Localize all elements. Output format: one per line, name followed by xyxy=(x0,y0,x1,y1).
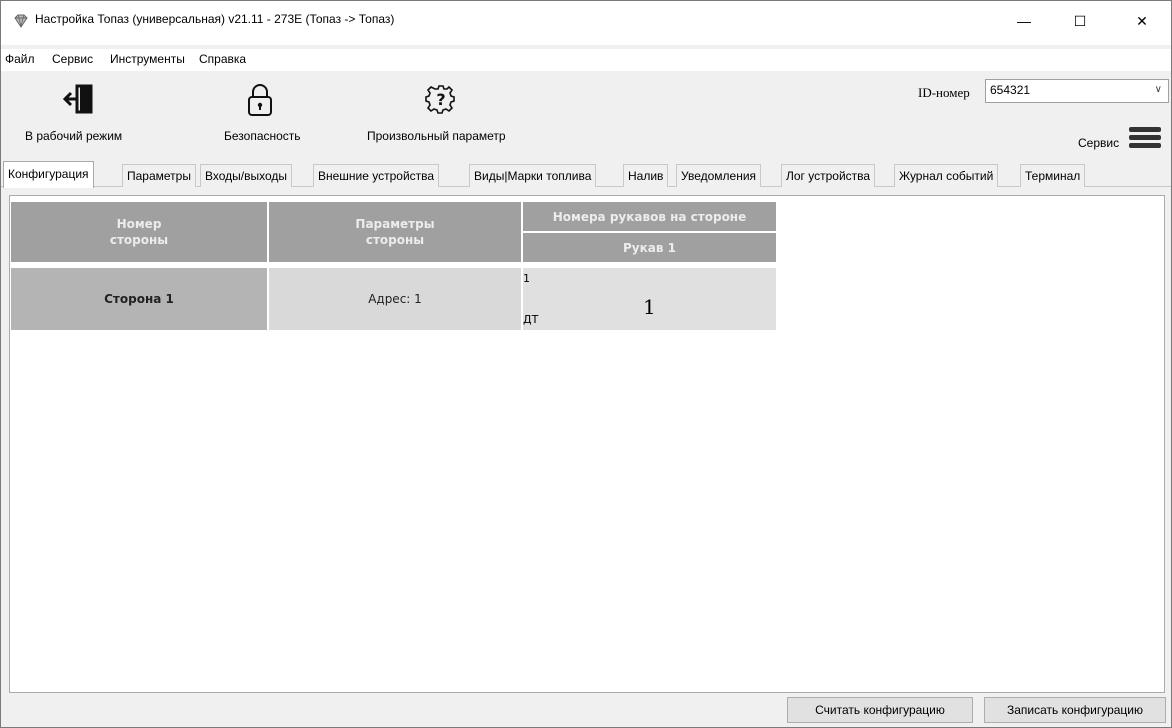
hose-display-number: 1 xyxy=(643,295,656,319)
tab-bar: Конфигурация Параметры Входы/выходы Внеш… xyxy=(1,159,1171,188)
menu-help[interactable]: Справка xyxy=(199,52,246,66)
custom-param-button[interactable]: ? Произвольный параметр xyxy=(353,71,533,155)
custom-param-label: Произвольный параметр xyxy=(367,129,506,143)
menu-file[interactable]: Файл xyxy=(5,52,35,66)
side-params-cell[interactable]: Адрес: 1 xyxy=(269,268,521,330)
column-header-hose-1: Рукав 1 xyxy=(523,233,776,262)
id-number-label: ID-номер xyxy=(918,85,970,100)
close-button[interactable]: ✕ xyxy=(1119,1,1165,41)
maximize-button[interactable]: ☐ xyxy=(1057,1,1103,41)
work-mode-label: В рабочий режим xyxy=(25,129,123,143)
id-number-select[interactable]: 654321 ∨ xyxy=(985,79,1169,103)
hose-cell[interactable]: 1 1 ДТ xyxy=(523,268,776,330)
hamburger-menu-icon[interactable] xyxy=(1129,127,1161,149)
column-header-hoses-group: Номера рукавов на стороне xyxy=(523,202,776,231)
app-window: Настройка Топаз (универсальная) v21.11 -… xyxy=(0,0,1172,728)
security-button[interactable]: Безопасность xyxy=(211,71,321,155)
title-bar: Настройка Топаз (универсальная) v21.11 -… xyxy=(1,1,1171,45)
tab-parameters[interactable]: Параметры xyxy=(122,164,196,187)
minimize-button[interactable]: — xyxy=(1001,1,1047,41)
diamond-icon xyxy=(14,14,28,28)
menu-bar: Файл Сервис Инструменты Справка xyxy=(1,49,1171,71)
tab-device-log[interactable]: Лог устройства xyxy=(781,164,876,187)
toolbar: В рабочий режим Безопасность ? Произволь… xyxy=(1,71,1171,155)
hose-number: 1 xyxy=(523,272,530,285)
column-header-side-params: Параметры стороны xyxy=(269,202,521,262)
window-title: Настройка Топаз (универсальная) v21.11 -… xyxy=(35,12,395,26)
read-config-button[interactable]: Считать конфигурацию xyxy=(787,697,973,723)
security-label: Безопасность xyxy=(224,129,301,143)
tab-dispensing[interactable]: Налив xyxy=(623,164,669,187)
tab-terminal[interactable]: Терминал xyxy=(1020,164,1086,187)
side-name-cell[interactable]: Сторона 1 xyxy=(11,268,267,330)
chevron-down-icon: ∨ xyxy=(1154,84,1162,95)
id-number-value: 654321 xyxy=(990,83,1031,97)
service-label: Сервис xyxy=(1078,136,1120,150)
exit-door-icon xyxy=(63,84,93,114)
hose-fuel-type: ДТ xyxy=(523,313,539,326)
svg-text:?: ? xyxy=(436,90,445,109)
column-header-side-number: Номер стороны xyxy=(11,202,267,262)
lock-icon xyxy=(248,84,272,116)
configuration-panel: Номер стороны Параметры стороны Номера р… xyxy=(9,195,1165,693)
tab-fuel-types[interactable]: Виды|Марки топлива xyxy=(469,164,597,187)
tab-inputs-outputs[interactable]: Входы/выходы xyxy=(200,164,293,187)
gear-question-icon: ? xyxy=(425,85,455,114)
menu-service[interactable]: Сервис xyxy=(52,52,93,66)
work-mode-button[interactable]: В рабочий режим xyxy=(15,71,165,155)
tab-configuration[interactable]: Конфигурация xyxy=(3,161,94,188)
tab-notifications[interactable]: Уведомления xyxy=(676,164,762,187)
menu-tools[interactable]: Инструменты xyxy=(110,52,185,66)
tab-external-devices[interactable]: Внешние устройства xyxy=(313,164,440,187)
tab-event-journal[interactable]: Журнал событий xyxy=(894,164,999,187)
write-config-button[interactable]: Записать конфигурацию xyxy=(984,697,1166,723)
